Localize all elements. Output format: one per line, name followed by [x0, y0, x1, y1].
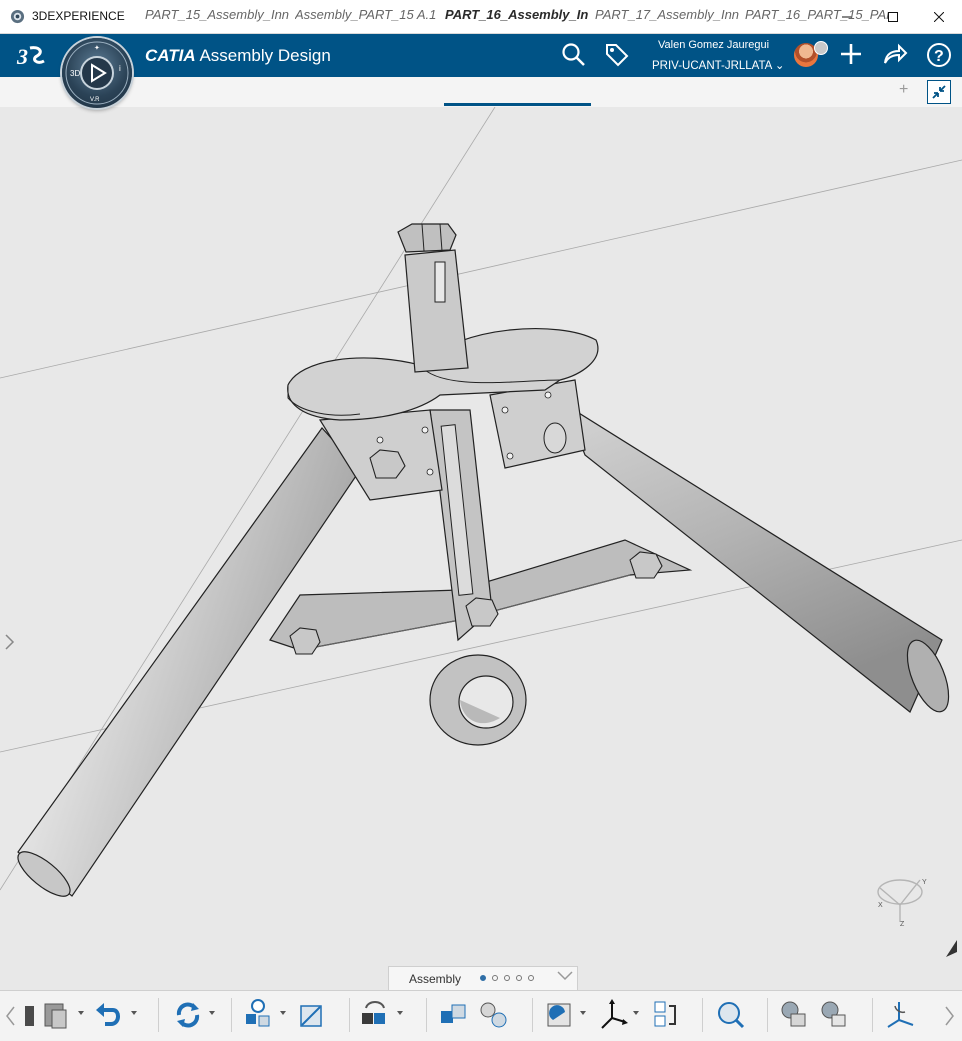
update-icon[interactable] [171, 998, 205, 1032]
add-tab-button[interactable]: + [899, 81, 908, 99]
compass-label-vr: V.R [90, 97, 100, 103]
engineering-connection-icon[interactable] [437, 998, 471, 1032]
tab-part17-assembly[interactable]: PART_17_Assembly_Inn [595, 7, 740, 22]
active-tab-indicator [444, 103, 591, 106]
share-icon[interactable] [882, 42, 908, 66]
section-icon[interactable] [543, 998, 577, 1032]
3ds-logo-icon[interactable]: 3 [15, 42, 47, 70]
toolbar-divider [426, 998, 427, 1032]
resize-corner-icon [946, 940, 957, 957]
page-dot-3[interactable] [504, 975, 510, 981]
page-dot-5[interactable] [528, 975, 534, 981]
compass-tool-icon[interactable] [883, 998, 917, 1032]
mechanical-systems-icon[interactable] [477, 998, 511, 1032]
toolbar-divider [532, 998, 533, 1032]
reuse-icon[interactable] [817, 998, 851, 1032]
constraint-icon[interactable] [649, 998, 683, 1032]
3d-viewport[interactable]: Y X Z [0, 107, 962, 991]
assembly-3d-model: Y X Z [0, 107, 962, 957]
collapse-icon [932, 85, 946, 99]
compass-label-3d: 3D [70, 69, 80, 78]
close-icon [934, 11, 944, 22]
tenant-selector[interactable]: PRIV-UCANT-JRLLATA ⌄ [652, 58, 785, 72]
tab-part16-part15[interactable]: PART_16_PART_15_PAR [745, 7, 888, 22]
user-name: Valen Gomez Jauregui [658, 39, 770, 51]
tab-part16-assembly[interactable]: PART_16_Assembly_In [445, 7, 588, 22]
section-page-dots[interactable] [480, 975, 534, 981]
section-bar[interactable]: Assembly [388, 966, 578, 991]
undo-dropdown-icon[interactable] [131, 1011, 137, 1015]
toolbar-divider [872, 998, 873, 1032]
undo-icon[interactable] [93, 998, 127, 1032]
page-dot-2[interactable] [492, 975, 498, 981]
section-label: Assembly [409, 972, 462, 986]
axis-x-label: X [878, 902, 883, 909]
toolbar-divider [702, 998, 703, 1032]
app-brand: CATIA Assembly Design [145, 46, 331, 66]
clash-analysis-icon[interactable] [713, 998, 747, 1032]
snap-dropdown-icon[interactable] [397, 1011, 403, 1015]
brand-name: CATIA [145, 46, 196, 65]
svg-text:✦: ✦ [94, 44, 100, 52]
toolbar-divider [349, 998, 350, 1032]
toolbar-divider [231, 998, 232, 1032]
update-dropdown-icon[interactable] [209, 1011, 215, 1015]
clipboard-icon[interactable] [42, 998, 76, 1032]
compass-icon[interactable]: 3D i V.R ✦ [62, 38, 132, 108]
snap-icon[interactable] [358, 998, 392, 1032]
view-compass-icon: Y X Z [877, 879, 927, 928]
axis-z-label: Z [900, 921, 905, 928]
axis-y-label: Y [922, 879, 927, 886]
app-icon [10, 9, 25, 24]
insert-dropdown-icon[interactable] [280, 1011, 286, 1015]
chevron-down-icon[interactable] [557, 970, 573, 982]
add-icon[interactable] [839, 42, 863, 66]
tab-part15-assembly[interactable]: PART_15_Assembly_Inn [145, 7, 290, 22]
axis-system-icon[interactable] [597, 998, 631, 1032]
maximize-icon [888, 11, 898, 22]
side-panel-chevron-icon[interactable] [3, 633, 15, 651]
tab-assembly-part15[interactable]: Assembly_PART_15 A.1 [295, 7, 437, 22]
toolbar-divider [158, 998, 159, 1032]
svg-text:3: 3 [16, 44, 28, 69]
tag-icon[interactable] [604, 42, 630, 68]
insert-product-icon[interactable] [241, 998, 275, 1032]
explode-icon[interactable] [294, 998, 328, 1032]
window-title: 3DEXPERIENCE [32, 9, 125, 23]
collapse-button[interactable] [927, 80, 951, 104]
scroll-right-icon[interactable] [942, 1004, 956, 1028]
axis-dropdown-icon[interactable] [633, 1011, 639, 1015]
help-icon[interactable]: ? [926, 42, 952, 68]
search-icon[interactable] [561, 42, 587, 68]
page-dot-4[interactable] [516, 975, 522, 981]
app-name: Assembly Design [195, 46, 331, 65]
compass-label-i: i [119, 64, 121, 73]
page-dot-1[interactable] [480, 975, 486, 981]
section-dropdown-icon[interactable] [580, 1011, 586, 1015]
paste-dropdown-icon[interactable] [78, 1011, 84, 1015]
chevron-down-icon: ⌄ [774, 60, 785, 72]
status-badge [814, 41, 828, 55]
toolbar-divider [767, 998, 768, 1032]
scroll-left-icon[interactable] [4, 1004, 18, 1028]
publish-icon[interactable] [777, 998, 811, 1032]
tenant-name: PRIV-UCANT-JRLLATA [652, 60, 772, 72]
close-button[interactable] [916, 0, 962, 33]
svg-text:?: ? [934, 48, 944, 65]
